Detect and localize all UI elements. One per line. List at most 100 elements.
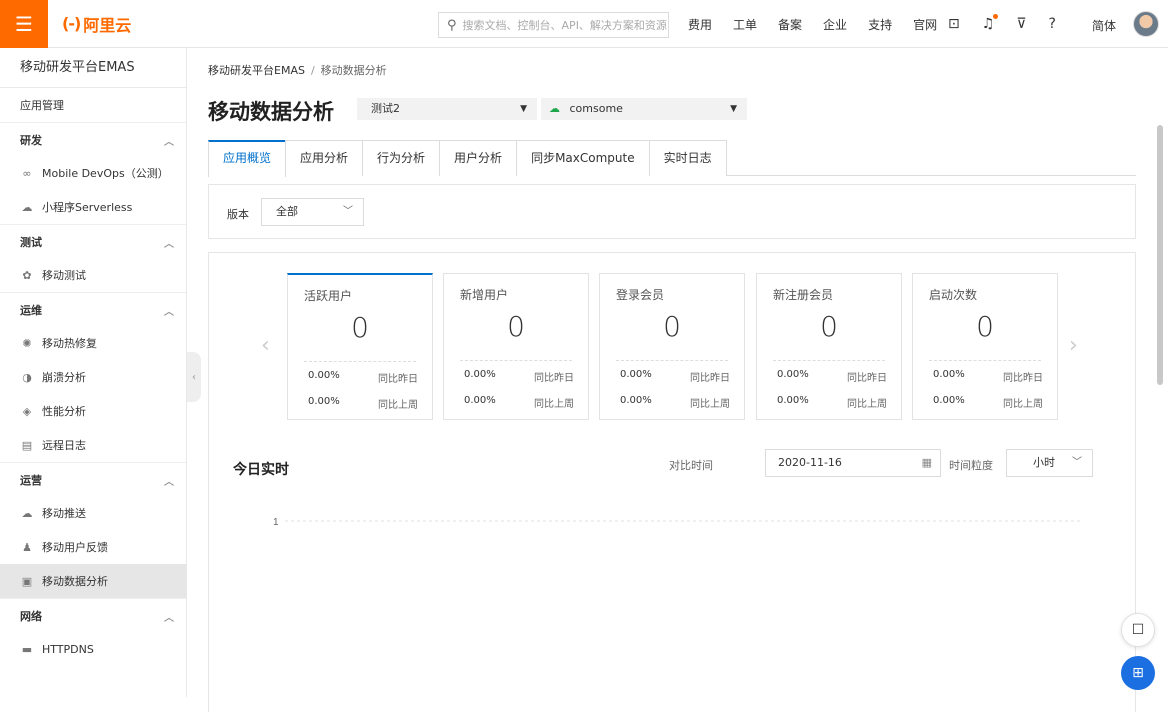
avatar[interactable]	[1133, 11, 1159, 37]
language-switch[interactable]: 简体	[1092, 17, 1116, 34]
tab[interactable]: 应用分析	[285, 140, 364, 176]
global-search-input[interactable]: ⚲ 搜索文档、控制台、API、解决方案和资源	[438, 12, 669, 38]
week-change-label: 同比上周	[847, 399, 887, 410]
sidebar-collapse-handle[interactable]: ‹	[187, 352, 201, 402]
sidebar-item[interactable]: ✺ 移动热修复	[0, 326, 186, 360]
day-change-label: 同比昨日	[1003, 373, 1043, 384]
analytics-icon: ▣	[21, 574, 33, 588]
sidebar-group-header[interactable]: 研发 ︿	[0, 122, 186, 156]
sidebar-item[interactable]: ☁ 小程序Serverless	[0, 190, 186, 224]
sidebar-item[interactable]: ▬ HTTPDNS	[0, 632, 186, 666]
sidebar-item[interactable]: 应用管理	[0, 88, 186, 122]
chevron-up-icon: ︿	[164, 307, 174, 318]
sidebar-item[interactable]: ▣ 移动数据分析	[0, 564, 186, 598]
week-change-pct: 0.00%	[308, 396, 340, 407]
sidebar-group-header[interactable]: 网络 ︿	[0, 598, 186, 632]
breadcrumb-root[interactable]: 移动研发平台EMAS	[208, 64, 305, 77]
sidebar-group-label: 运维	[20, 303, 42, 317]
sidebar-item[interactable]: ✿ 移动测试	[0, 258, 186, 292]
tab[interactable]: 应用概览	[208, 140, 287, 177]
granularity-select[interactable]: 小时 ﹀	[1006, 449, 1093, 477]
aliyun-logo[interactable]: (-) 阿里云	[62, 12, 131, 36]
metric-week-row: 0.00% 同比上周	[933, 395, 1043, 410]
tab[interactable]: 行为分析	[362, 140, 441, 176]
metric-day-row: 0.00% 同比昨日	[620, 369, 730, 384]
page-scrollbar[interactable]	[1157, 125, 1163, 385]
metric-card[interactable]: 登录会员 0 0.00% 同比昨日 0.00% 同比上周	[599, 273, 745, 420]
sidebar-list: 应用管理 研发 ︿ ∞ Mobile DevOps（公测） ☁ 小程序Serverless 测…	[0, 88, 186, 666]
nav-official-site[interactable]: 官网	[913, 16, 937, 33]
sidebar-item[interactable]: ☁ 移动推送	[0, 496, 186, 530]
bell-icon[interactable]: ♫	[982, 14, 999, 32]
day-change-label: 同比昨日	[378, 374, 418, 385]
metric-card[interactable]: 新增用户 0 0.00% 同比昨日 0.00% 同比上周	[443, 273, 589, 420]
sidebar-item[interactable]: ∞ Mobile DevOps（公测）	[0, 156, 186, 190]
nav-icp[interactable]: 备案	[778, 16, 802, 33]
nav-ticket[interactable]: 工单	[733, 16, 757, 33]
logo-bracket: (-)	[62, 14, 81, 33]
metric-card[interactable]: 启动次数 0 0.00% 同比昨日 0.00% 同比上周	[912, 273, 1058, 420]
help-icon[interactable]: ?	[1049, 16, 1056, 32]
sidebar-item[interactable]: ◑ 崩溃分析	[0, 360, 186, 394]
week-change-pct: 0.00%	[777, 395, 809, 406]
chevron-up-icon: ︿	[164, 137, 174, 148]
app-select-value: 测试2	[371, 102, 400, 115]
calendar-icon: ▦	[921, 456, 932, 469]
day-change-label: 同比昨日	[847, 373, 887, 384]
sidebar-group-header[interactable]: 运维 ︿	[0, 292, 186, 326]
breadcrumb-separator: /	[310, 64, 315, 77]
chevron-up-icon: ︿	[164, 477, 174, 488]
hamburger-menu-button[interactable]: ☰	[0, 0, 48, 48]
page-title: 移动数据分析	[208, 100, 334, 124]
day-change-pct: 0.00%	[933, 369, 965, 380]
day-change-pct: 0.00%	[464, 369, 496, 380]
sidebar-group-label: 测试	[20, 235, 42, 249]
day-change-pct: 0.00%	[777, 369, 809, 380]
sidebar-group-header[interactable]: 测试 ︿	[0, 224, 186, 258]
app-select[interactable]: 测试2 ▼	[357, 98, 537, 120]
compare-date-picker[interactable]: 2020-11-16 ▦	[765, 449, 941, 477]
version-select-value: 全部	[276, 205, 298, 218]
cart-icon[interactable]: ⊽	[1016, 16, 1026, 32]
nav-enterprise[interactable]: 企业	[823, 16, 847, 33]
chevron-up-icon: ︿	[164, 613, 174, 624]
chat-icon: ☐	[1131, 622, 1145, 638]
push-icon: ☁	[21, 506, 33, 520]
sidebar-group-header[interactable]: 运营 ︿	[0, 462, 186, 496]
version-select[interactable]: 全部 ﹀	[261, 198, 364, 226]
metric-card[interactable]: 活跃用户 0 0.00% 同比昨日 0.00% 同比上周	[287, 273, 433, 420]
tab[interactable]: 同步MaxCompute	[516, 140, 650, 176]
week-change-label: 同比上周	[1003, 399, 1043, 410]
sidebar-group-label: 研发	[20, 133, 42, 147]
sidebar-item-label: Mobile DevOps（公测）	[42, 167, 169, 180]
metric-day-row: 0.00% 同比昨日	[464, 369, 574, 384]
metric-week-row: 0.00% 同比上周	[777, 395, 887, 410]
carousel-next-icon[interactable]: ›	[1069, 333, 1078, 358]
tab[interactable]: 实时日志	[648, 140, 727, 176]
sidebar-title[interactable]: 移动研发平台EMAS	[0, 48, 186, 88]
carousel-prev-icon[interactable]: ‹	[261, 333, 270, 358]
metric-value: 0	[663, 310, 681, 343]
search-placeholder: 搜索文档、控制台、API、解决方案和资源	[462, 19, 667, 32]
sidebar-item[interactable]: ♟ 移动用户反馈	[0, 530, 186, 564]
apps-float-button[interactable]: ⊞	[1121, 656, 1155, 690]
terminal-icon[interactable]: ⊡	[948, 16, 960, 32]
day-change-label: 同比昨日	[534, 373, 574, 384]
platform-select[interactable]: ☁ comsome ▼	[541, 98, 747, 120]
sidebar-item[interactable]: ◈ 性能分析	[0, 394, 186, 428]
day-change-label: 同比昨日	[690, 373, 730, 384]
nav-support[interactable]: 支持	[868, 16, 892, 33]
sidebar-item-label: 应用管理	[20, 99, 64, 112]
caret-down-icon: ▼	[730, 104, 737, 114]
metric-card[interactable]: 新注册会员 0 0.00% 同比昨日 0.00% 同比上周	[756, 273, 902, 420]
realtime-chart: 1	[273, 517, 1083, 528]
week-change-label: 同比上周	[690, 399, 730, 410]
granularity-value: 小时	[1033, 456, 1055, 469]
sidebar-item[interactable]: ▤ 远程日志	[0, 428, 186, 462]
nav-billing[interactable]: 费用	[688, 16, 712, 33]
crash-icon: ◑	[22, 370, 32, 384]
tab[interactable]: 用户分析	[439, 140, 518, 176]
sidebar-item-label: HTTPDNS	[42, 642, 94, 656]
chat-float-button[interactable]: ☐	[1121, 613, 1155, 647]
sidebar-item-label: 移动数据分析	[42, 575, 108, 588]
